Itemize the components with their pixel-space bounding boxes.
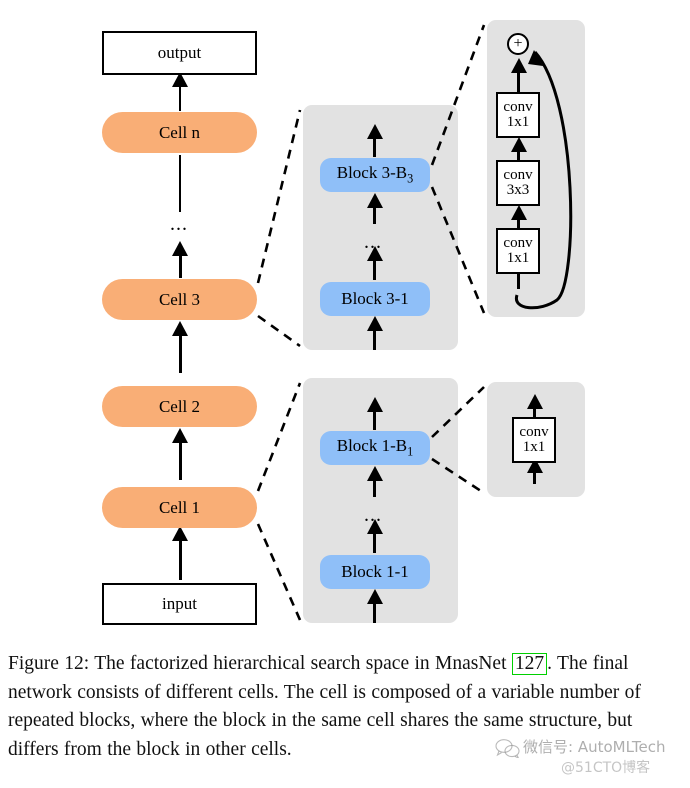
arrow-head-cell1-cell2 <box>172 428 188 443</box>
input-node: input <box>102 583 257 625</box>
arrow-head-panel3-out <box>366 124 383 139</box>
arrow-head-detail1-out <box>526 394 543 409</box>
arrow-head-conv1-conv3 <box>510 205 527 220</box>
arrow-shaft-dots-celln <box>179 155 182 212</box>
block-3-bn-label: Block 3-B3 <box>337 163 413 186</box>
output-node: output <box>102 31 257 75</box>
block-3-1-label: Block 3-1 <box>341 289 409 308</box>
conv-1x1-simple-line1: conv <box>519 423 549 440</box>
conv-1x1-top-line1: conv <box>503 98 533 115</box>
conv-1x1-bottom-node: conv 1x1 <box>496 228 540 274</box>
arrow-head-cell2-cell3 <box>172 321 188 336</box>
figure-diagram: output Cell n ... Cell 3 Cell 2 Cell 1 i… <box>0 0 690 645</box>
block-1-1-node: Block 1-1 <box>320 555 430 589</box>
dashed-cell1-panel-top <box>256 382 302 492</box>
cell-2-label: Cell 2 <box>158 396 201 416</box>
block-1-bn-label: Block 1-B1 <box>337 436 413 459</box>
block-3-bn-subscript: 3 <box>407 171 414 186</box>
figure-caption: Figure 12: The factorized hierarchical s… <box>8 650 684 765</box>
arrow-head-cell3-dots <box>172 241 188 256</box>
conv-1x1-simple-line2: 1x1 <box>522 439 546 455</box>
cell-1-label: Cell 1 <box>158 497 201 517</box>
arrow-head-dots-block3b <box>366 193 383 208</box>
conv-3x3-line2: 3x3 <box>506 182 530 198</box>
conv-1x1-bottom-line2: 1x1 <box>506 250 530 266</box>
dashed-cell1-panel-bottom <box>256 523 302 621</box>
cell-1-node: Cell 1 <box>102 487 257 528</box>
arrow-head-dots-block1b <box>366 466 383 481</box>
cell-3-node: Cell 3 <box>102 279 257 320</box>
block-3-1-node: Block 3-1 <box>320 282 430 316</box>
input-label: input <box>162 594 197 613</box>
block-3-bn-node: Block 3-B3 <box>320 158 430 192</box>
cells-ellipsis: ... <box>170 213 188 235</box>
arrow-head-conv1top-plus <box>510 58 527 73</box>
arrow-head-panel3-in <box>366 316 383 331</box>
citation-127[interactable]: 127 <box>511 653 548 676</box>
dashed-cell3-panel-bottom <box>257 314 301 348</box>
block-1-1-label: Block 1-1 <box>341 562 409 581</box>
cell-n-label: Cell n <box>158 122 201 142</box>
conv-1x1-simple-node: conv 1x1 <box>512 417 556 463</box>
caption-part1: Figure 12: The factorized hierarchical s… <box>8 653 512 674</box>
conv-1x1-top-line2: 1x1 <box>506 114 530 130</box>
dashed-cell3-panel-top <box>256 109 302 284</box>
block-1-bn-text: Block 1-B <box>336 436 408 456</box>
cell-n-node: Cell n <box>102 112 257 153</box>
residual-add-node: + <box>507 33 529 55</box>
arrow-head-conv3-conv1top <box>510 137 527 152</box>
conv-1x1-bottom-line1: conv <box>503 234 533 251</box>
output-label: output <box>157 43 202 62</box>
block-1-bn-node: Block 1-B1 <box>320 431 430 465</box>
conv-3x3-node: conv 3x3 <box>496 160 540 206</box>
cell-3-label: Cell 3 <box>158 289 201 309</box>
block3-ellipsis: ... <box>364 231 382 253</box>
block-3-bn-text: Block 3-B <box>336 163 408 183</box>
arrow-head-panel1-out <box>366 397 383 412</box>
conv-1x1-top-node: conv 1x1 <box>496 92 540 138</box>
cell-2-node: Cell 2 <box>102 386 257 427</box>
plus-symbol: + <box>513 35 523 52</box>
arrow-head-input-cell1 <box>172 526 188 541</box>
block1-ellipsis: ... <box>364 504 382 526</box>
conv-3x3-line1: conv <box>503 166 533 183</box>
arrow-head-panel1-in <box>366 589 383 604</box>
block-1-bn-subscript: 1 <box>407 444 414 459</box>
